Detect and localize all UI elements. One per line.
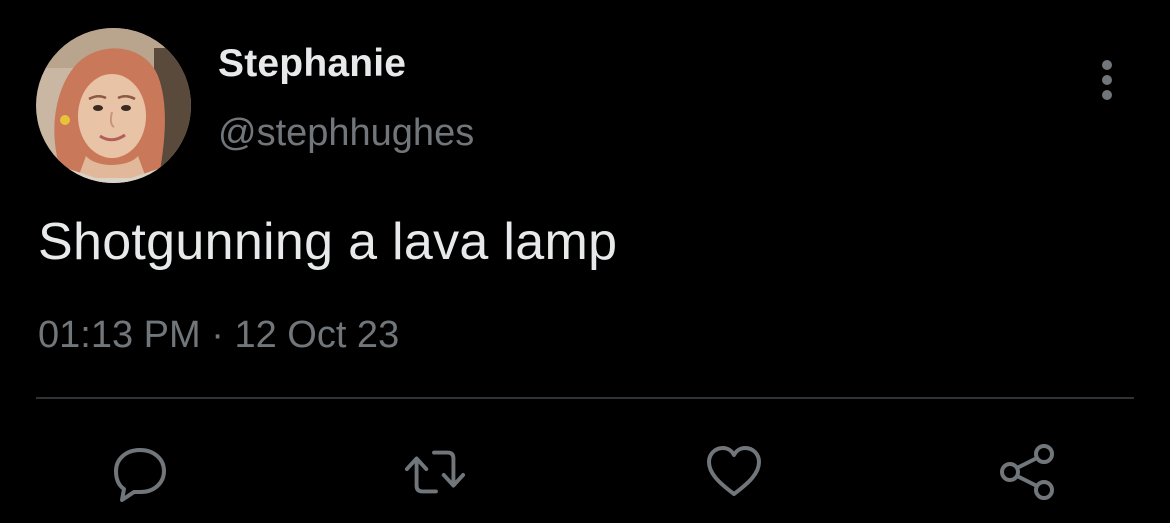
tweet: Stephanie @stephhughes Shotgunning a lav… xyxy=(0,0,1170,523)
tweet-timestamp[interactable]: 01:13 PM · 12 Oct 23 xyxy=(38,314,399,357)
more-vertical-icon xyxy=(1102,90,1112,100)
tweet-time: 01:13 PM xyxy=(38,314,201,356)
display-name[interactable]: Stephanie xyxy=(218,42,406,86)
more-vertical-icon xyxy=(1102,60,1112,70)
avatar[interactable] xyxy=(36,28,191,183)
like-button[interactable] xyxy=(702,440,766,504)
share-button[interactable] xyxy=(996,440,1060,504)
divider xyxy=(36,397,1134,399)
more-vertical-icon xyxy=(1102,75,1112,85)
user-handle[interactable]: @stephhughes xyxy=(218,112,474,155)
meta-separator: · xyxy=(211,314,224,356)
tweet-text: Shotgunning a lava lamp xyxy=(38,213,618,271)
retweet-button[interactable] xyxy=(403,440,467,504)
tweet-date: 12 Oct 23 xyxy=(234,314,400,356)
reply-button[interactable] xyxy=(108,440,172,504)
reply-icon xyxy=(114,448,166,502)
like-icon xyxy=(707,446,761,496)
profile-photo xyxy=(36,28,191,183)
retweet-icon xyxy=(404,450,466,494)
share-icon xyxy=(1000,444,1054,500)
more-options-button[interactable] xyxy=(1092,56,1122,104)
